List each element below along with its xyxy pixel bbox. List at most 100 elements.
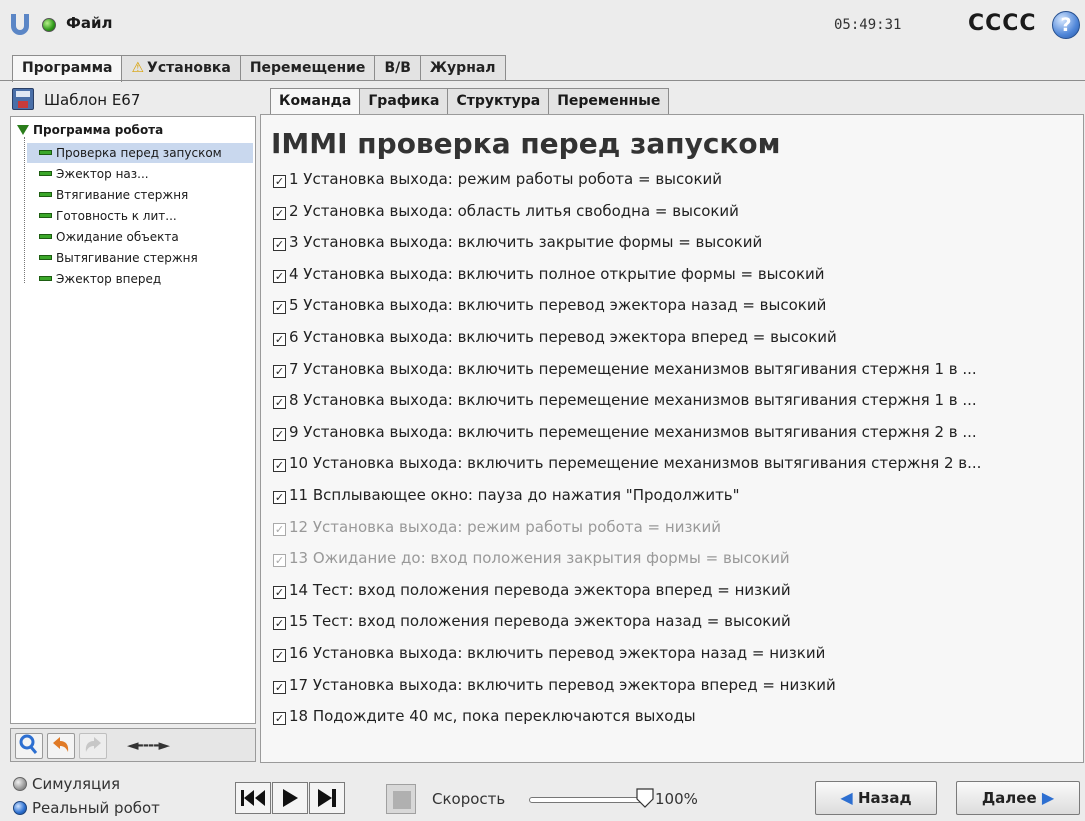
next-label: Далее <box>981 789 1037 807</box>
tree-item[interactable]: Втягивание стержня <box>27 185 253 205</box>
checkbox[interactable]: ✓ <box>273 175 286 188</box>
tab-structure[interactable]: Структура <box>447 88 550 114</box>
command-item[interactable]: ✓ 17 Установка выхода: включить перевод э… <box>273 671 1081 703</box>
expand-triangle-icon[interactable] <box>17 125 29 135</box>
real-robot-radio[interactable]: Реальный робот <box>13 799 160 817</box>
checkbox[interactable]: ✓ <box>273 490 286 504</box>
command-item-disabled[interactable]: ✓ 12 Установка выхода: режим работы робот… <box>273 513 1081 545</box>
skip-forward-icon <box>318 789 336 807</box>
tab-divider <box>0 80 1085 81</box>
checkbox[interactable]: ✓ <box>273 332 286 346</box>
step-button[interactable] <box>309 782 345 814</box>
checkbox[interactable]: ✓ <box>273 585 286 599</box>
file-menu[interactable]: Файл <box>66 14 113 32</box>
checkbox[interactable]: ✓ <box>273 364 286 378</box>
command-text: 18 Подождите 40 мс, пока переключаются в… <box>289 707 696 726</box>
tab-label: Перемещение <box>249 60 366 76</box>
slider-thumb-icon[interactable] <box>636 788 654 808</box>
save-icon[interactable] <box>12 88 34 110</box>
tree-root[interactable]: Программа робота <box>17 123 163 137</box>
tree-item-label: Эжектор наз... <box>56 167 149 181</box>
tab-command[interactable]: Команда <box>270 88 361 114</box>
command-item[interactable]: ✓ 18 Подождите 40 мс, пока переключаются … <box>273 702 1081 734</box>
help-icon[interactable]: ? <box>1052 11 1080 39</box>
command-item[interactable]: ✓ 2 Установка выхода: область литья свобо… <box>273 197 1081 229</box>
command-item[interactable]: ✓ 5 Установка выхода: включить перевод эж… <box>273 291 1081 323</box>
rewind-button[interactable] <box>235 782 271 814</box>
node-icon <box>39 192 52 197</box>
tree-item[interactable]: Вытягивание стержня <box>27 248 253 268</box>
simulation-radio[interactable]: Симуляция <box>13 775 120 793</box>
speed-slider[interactable] <box>529 797 649 803</box>
command-item[interactable]: ✓ 10 Установка выхода: включить перемещен… <box>273 449 1081 481</box>
checkbox[interactable]: ✓ <box>273 712 286 726</box>
next-button[interactable]: Далее ▶ <box>956 781 1080 815</box>
command-item-disabled[interactable]: ✓ 13 Ожидание до: вход положения закрытия… <box>273 544 1081 576</box>
checkbox[interactable]: ✓ <box>273 269 286 283</box>
checkbox[interactable]: ✓ <box>273 301 286 315</box>
node-icon <box>39 150 52 155</box>
command-item[interactable]: ✓ 16 Установка выхода: включить перевод э… <box>273 639 1081 671</box>
checkbox[interactable]: ✓ <box>273 238 286 252</box>
tab-program[interactable]: Программа <box>12 55 123 82</box>
search-button[interactable] <box>15 733 43 759</box>
tree-item[interactable]: Эжектор наз... <box>27 164 253 184</box>
command-item[interactable]: ✓ 4 Установка выхода: включить полное отк… <box>273 260 1081 292</box>
tree-item[interactable]: Готовность к лит... <box>27 206 253 226</box>
redo-icon <box>85 737 101 752</box>
tab-graphics[interactable]: Графика <box>359 88 449 114</box>
command-item[interactable]: ✓ 7 Установка выхода: включить перемещени… <box>273 355 1081 387</box>
command-item[interactable]: ✓ 6 Установка выхода: включить перевод эж… <box>273 323 1081 355</box>
tab-move[interactable]: Перемещение <box>239 55 376 81</box>
tree-connector <box>24 137 25 283</box>
redo-button[interactable] <box>79 733 107 759</box>
tree-item-label: Эжектор вперед <box>56 272 162 286</box>
checkbox[interactable]: ✓ <box>273 617 286 631</box>
tree-item-label: Ожидание объекта <box>56 230 179 244</box>
command-list: ✓ 1 Установка выхода: режим работы робота… <box>273 165 1081 734</box>
command-text: 1 Установка выхода: режим работы робота … <box>289 170 723 188</box>
tab-variables[interactable]: Переменные <box>548 88 670 114</box>
undo-button[interactable] <box>47 733 75 759</box>
checkbox[interactable]: ✓ <box>273 522 286 536</box>
tree-item[interactable]: Проверка перед запуском <box>27 143 253 163</box>
command-item[interactable]: ✓ 15 Тест: вход положения перевода эжекто… <box>273 607 1081 639</box>
warning-icon: ⚠ <box>131 60 145 76</box>
stop-button[interactable] <box>386 784 416 814</box>
undo-icon <box>53 737 69 752</box>
ur-logo-icon <box>11 14 29 35</box>
command-item[interactable]: ✓ 14 Тест: вход положения перевода эжекто… <box>273 576 1081 608</box>
command-text: 11 Всплывающее окно: пауза до нажатия "П… <box>289 485 740 504</box>
arrow-left-icon: ◀ <box>840 788 853 807</box>
tree-item[interactable]: Эжектор вперед <box>27 269 253 289</box>
play-icon <box>283 789 298 807</box>
checkbox[interactable]: ✓ <box>273 396 286 410</box>
main-tabs: Программа ⚠ Установка Перемещение В/В Жур… <box>12 55 506 82</box>
tree-root-label: Программа робота <box>33 123 164 137</box>
tab-log[interactable]: Журнал <box>419 55 506 81</box>
command-item[interactable]: ✓ 1 Установка выхода: режим работы робота… <box>273 165 1081 197</box>
checkbox[interactable]: ✓ <box>273 459 286 473</box>
command-text: 15 Тест: вход положения перевода эжектор… <box>289 612 791 631</box>
tab-installation[interactable]: ⚠ Установка <box>121 55 241 81</box>
clock: 05:49:31 <box>834 17 902 33</box>
command-item[interactable]: ✓ 11 Всплывающее окно: пауза до нажатия "… <box>273 481 1081 513</box>
command-item[interactable]: ✓ 9 Установка выхода: включить перемещени… <box>273 418 1081 450</box>
checkbox[interactable]: ✓ <box>273 680 286 694</box>
move-node-arrows[interactable]: ◄----► <box>127 736 170 754</box>
checkbox[interactable]: ✓ <box>273 427 286 441</box>
play-button[interactable] <box>272 782 308 814</box>
command-text: 17 Установка выхода: включить перевод эж… <box>289 675 836 694</box>
tree-item[interactable]: Ожидание объекта <box>27 227 253 247</box>
checkbox[interactable]: ✓ <box>273 206 286 220</box>
command-item[interactable]: ✓ 8 Установка выхода: включить перемещени… <box>273 386 1081 418</box>
tab-io[interactable]: В/В <box>374 55 421 81</box>
command-item[interactable]: ✓ 3 Установка выхода: включить закрытие ф… <box>273 228 1081 260</box>
magnifier-icon <box>19 734 38 754</box>
command-text: 12 Установка выхода: режим работы робота… <box>289 517 721 536</box>
program-name: Шаблон E67 <box>44 91 141 109</box>
back-button[interactable]: ◀ Назад <box>815 781 937 815</box>
checkbox[interactable]: ✓ <box>273 648 286 662</box>
checkbox[interactable]: ✓ <box>273 554 286 568</box>
command-text: 10 Установка выхода: включить перемещени… <box>289 454 982 473</box>
